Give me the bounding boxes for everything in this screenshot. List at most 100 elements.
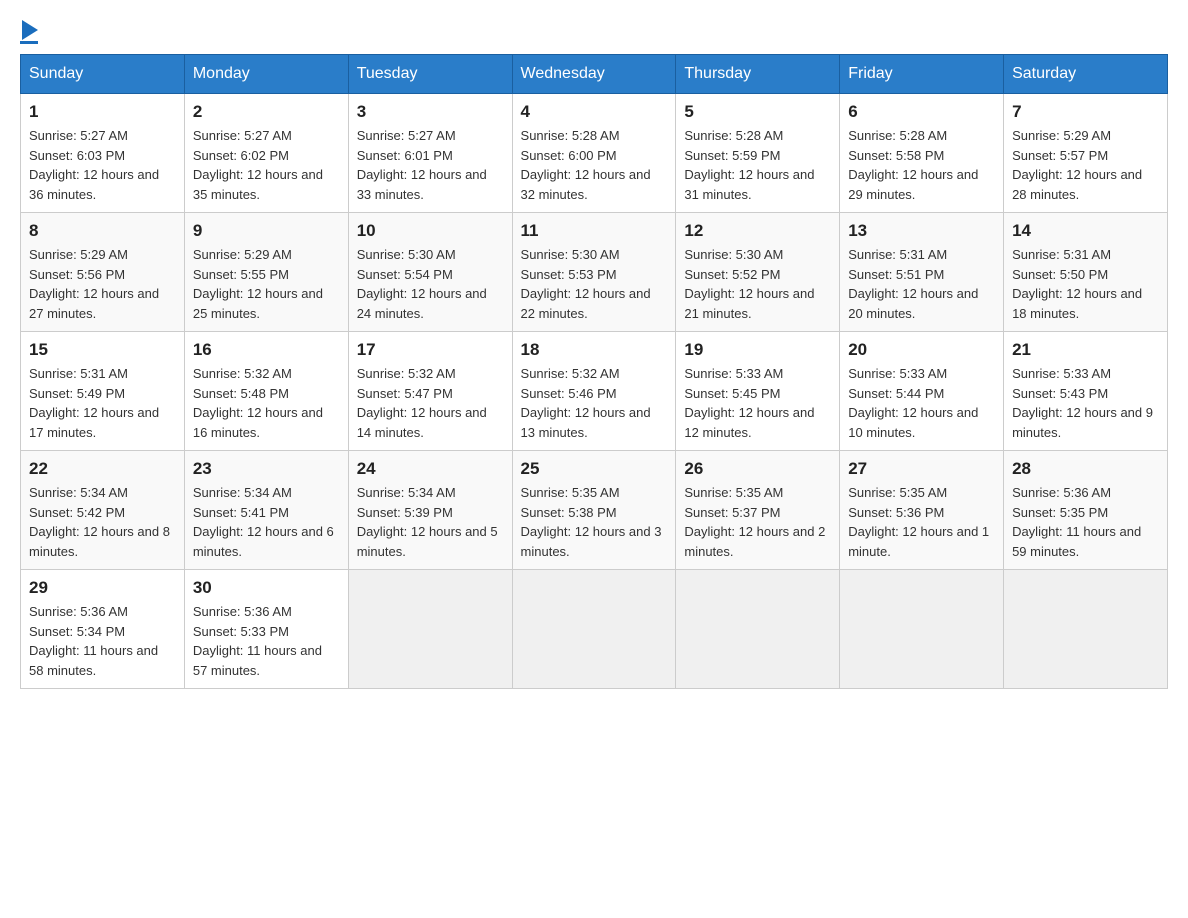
calendar-day-cell: 20 Sunrise: 5:33 AMSunset: 5:44 PMDayligh…: [840, 332, 1004, 451]
day-info: Sunrise: 5:36 AMSunset: 5:35 PMDaylight:…: [1012, 483, 1159, 561]
calendar-day-cell: 3Sunrise: 5:27 AMSunset: 6:01 PMDaylight…: [348, 94, 512, 213]
day-number: 3: [357, 102, 504, 122]
calendar-day-cell: 8 Sunrise: 5:29 AMSunset: 5:56 PMDaylight…: [21, 213, 185, 332]
calendar-day-cell: 16Sunrise: 5:32 AMSunset: 5:48 PMDayligh…: [184, 332, 348, 451]
calendar-day-cell: 5 Sunrise: 5:28 AMSunset: 5:59 PMDaylight…: [676, 94, 840, 213]
day-number: 12: [684, 221, 831, 241]
calendar-day-cell: [840, 570, 1004, 689]
day-info: Sunrise: 5:28 AMSunset: 5:59 PMDaylight:…: [684, 126, 831, 204]
calendar-week-row: 15 Sunrise: 5:31 AMSunset: 5:49 PMDayligh…: [21, 332, 1168, 451]
calendar-day-cell: [348, 570, 512, 689]
calendar-day-cell: 10Sunrise: 5:30 AMSunset: 5:54 PMDayligh…: [348, 213, 512, 332]
calendar-day-cell: 11 Sunrise: 5:30 AMSunset: 5:53 PMDayligh…: [512, 213, 676, 332]
day-number: 26: [684, 459, 831, 479]
day-info: Sunrise: 5:27 AMSunset: 6:02 PMDaylight:…: [193, 126, 340, 204]
calendar-day-cell: 6 Sunrise: 5:28 AMSunset: 5:58 PMDaylight…: [840, 94, 1004, 213]
day-number: 20: [848, 340, 995, 360]
day-number: 25: [521, 459, 668, 479]
calendar-day-cell: 22 Sunrise: 5:34 AMSunset: 5:42 PMDayligh…: [21, 451, 185, 570]
day-number: 16: [193, 340, 340, 360]
day-number: 11: [521, 221, 668, 241]
calendar-day-cell: 9 Sunrise: 5:29 AMSunset: 5:55 PMDaylight…: [184, 213, 348, 332]
day-info: Sunrise: 5:34 AMSunset: 5:41 PMDaylight:…: [193, 483, 340, 561]
calendar-day-cell: 15 Sunrise: 5:31 AMSunset: 5:49 PMDayligh…: [21, 332, 185, 451]
day-info: Sunrise: 5:32 AMSunset: 5:47 PMDaylight:…: [357, 364, 504, 442]
day-number: 29: [29, 578, 176, 598]
calendar-day-cell: 26Sunrise: 5:35 AMSunset: 5:37 PMDayligh…: [676, 451, 840, 570]
day-number: 9: [193, 221, 340, 241]
calendar-day-cell: 7 Sunrise: 5:29 AMSunset: 5:57 PMDaylight…: [1004, 94, 1168, 213]
day-info: Sunrise: 5:28 AMSunset: 5:58 PMDaylight:…: [848, 126, 995, 204]
day-info: Sunrise: 5:34 AMSunset: 5:42 PMDaylight:…: [29, 483, 176, 561]
day-info: Sunrise: 5:36 AMSunset: 5:34 PMDaylight:…: [29, 602, 176, 680]
calendar-day-cell: 13 Sunrise: 5:31 AMSunset: 5:51 PMDayligh…: [840, 213, 1004, 332]
day-number: 14: [1012, 221, 1159, 241]
day-info: Sunrise: 5:30 AMSunset: 5:53 PMDaylight:…: [521, 245, 668, 323]
header-friday: Friday: [840, 55, 1004, 94]
day-number: 21: [1012, 340, 1159, 360]
day-info: Sunrise: 5:31 AMSunset: 5:50 PMDaylight:…: [1012, 245, 1159, 323]
logo-arrow-icon: [22, 20, 38, 40]
day-info: Sunrise: 5:33 AMSunset: 5:44 PMDaylight:…: [848, 364, 995, 442]
day-info: Sunrise: 5:31 AMSunset: 5:49 PMDaylight:…: [29, 364, 176, 442]
day-info: Sunrise: 5:30 AMSunset: 5:52 PMDaylight:…: [684, 245, 831, 323]
day-info: Sunrise: 5:35 AMSunset: 5:38 PMDaylight:…: [521, 483, 668, 561]
calendar-day-cell: 12 Sunrise: 5:30 AMSunset: 5:52 PMDayligh…: [676, 213, 840, 332]
calendar-day-cell: 2Sunrise: 5:27 AMSunset: 6:02 PMDaylight…: [184, 94, 348, 213]
day-number: 17: [357, 340, 504, 360]
day-number: 6: [848, 102, 995, 122]
calendar-day-cell: [512, 570, 676, 689]
day-number: 7: [1012, 102, 1159, 122]
day-number: 30: [193, 578, 340, 598]
logo-underline: [20, 41, 38, 44]
day-number: 4: [521, 102, 668, 122]
page-header: [20, 20, 1168, 44]
day-info: Sunrise: 5:31 AMSunset: 5:51 PMDaylight:…: [848, 245, 995, 323]
calendar-day-cell: 4 Sunrise: 5:28 AMSunset: 6:00 PMDaylight…: [512, 94, 676, 213]
day-info: Sunrise: 5:30 AMSunset: 5:54 PMDaylight:…: [357, 245, 504, 323]
day-number: 24: [357, 459, 504, 479]
day-info: Sunrise: 5:28 AMSunset: 6:00 PMDaylight:…: [521, 126, 668, 204]
day-info: Sunrise: 5:33 AMSunset: 5:45 PMDaylight:…: [684, 364, 831, 442]
calendar-day-cell: 24 Sunrise: 5:34 AMSunset: 5:39 PMDayligh…: [348, 451, 512, 570]
day-number: 5: [684, 102, 831, 122]
calendar-day-cell: 30 Sunrise: 5:36 AMSunset: 5:33 PMDayligh…: [184, 570, 348, 689]
day-number: 27: [848, 459, 995, 479]
header-tuesday: Tuesday: [348, 55, 512, 94]
calendar-day-cell: 17 Sunrise: 5:32 AMSunset: 5:47 PMDayligh…: [348, 332, 512, 451]
calendar-day-cell: 21 Sunrise: 5:33 AMSunset: 5:43 PMDayligh…: [1004, 332, 1168, 451]
calendar-day-cell: [676, 570, 840, 689]
calendar-day-cell: 23 Sunrise: 5:34 AMSunset: 5:41 PMDayligh…: [184, 451, 348, 570]
header-thursday: Thursday: [676, 55, 840, 94]
day-number: 28: [1012, 459, 1159, 479]
day-number: 8: [29, 221, 176, 241]
calendar-table: Sunday Monday Tuesday Wednesday Thursday…: [20, 54, 1168, 689]
day-number: 19: [684, 340, 831, 360]
day-info: Sunrise: 5:33 AMSunset: 5:43 PMDaylight:…: [1012, 364, 1159, 442]
day-number: 23: [193, 459, 340, 479]
calendar-day-cell: 1Sunrise: 5:27 AMSunset: 6:03 PMDaylight…: [21, 94, 185, 213]
calendar-day-cell: 19 Sunrise: 5:33 AMSunset: 5:45 PMDayligh…: [676, 332, 840, 451]
logo: [20, 20, 38, 44]
day-info: Sunrise: 5:34 AMSunset: 5:39 PMDaylight:…: [357, 483, 504, 561]
calendar-day-cell: 27Sunrise: 5:35 AMSunset: 5:36 PMDayligh…: [840, 451, 1004, 570]
header-wednesday: Wednesday: [512, 55, 676, 94]
day-info: Sunrise: 5:29 AMSunset: 5:57 PMDaylight:…: [1012, 126, 1159, 204]
header-sunday: Sunday: [21, 55, 185, 94]
day-info: Sunrise: 5:29 AMSunset: 5:55 PMDaylight:…: [193, 245, 340, 323]
calendar-day-cell: 25 Sunrise: 5:35 AMSunset: 5:38 PMDayligh…: [512, 451, 676, 570]
day-number: 15: [29, 340, 176, 360]
calendar-day-cell: [1004, 570, 1168, 689]
header-monday: Monday: [184, 55, 348, 94]
weekday-header-row: Sunday Monday Tuesday Wednesday Thursday…: [21, 55, 1168, 94]
day-info: Sunrise: 5:29 AMSunset: 5:56 PMDaylight:…: [29, 245, 176, 323]
calendar-day-cell: 28 Sunrise: 5:36 AMSunset: 5:35 PMDayligh…: [1004, 451, 1168, 570]
calendar-week-row: 8 Sunrise: 5:29 AMSunset: 5:56 PMDaylight…: [21, 213, 1168, 332]
day-number: 18: [521, 340, 668, 360]
day-number: 13: [848, 221, 995, 241]
day-info: Sunrise: 5:36 AMSunset: 5:33 PMDaylight:…: [193, 602, 340, 680]
day-number: 1: [29, 102, 176, 122]
calendar-day-cell: 14 Sunrise: 5:31 AMSunset: 5:50 PMDayligh…: [1004, 213, 1168, 332]
day-number: 22: [29, 459, 176, 479]
header-saturday: Saturday: [1004, 55, 1168, 94]
